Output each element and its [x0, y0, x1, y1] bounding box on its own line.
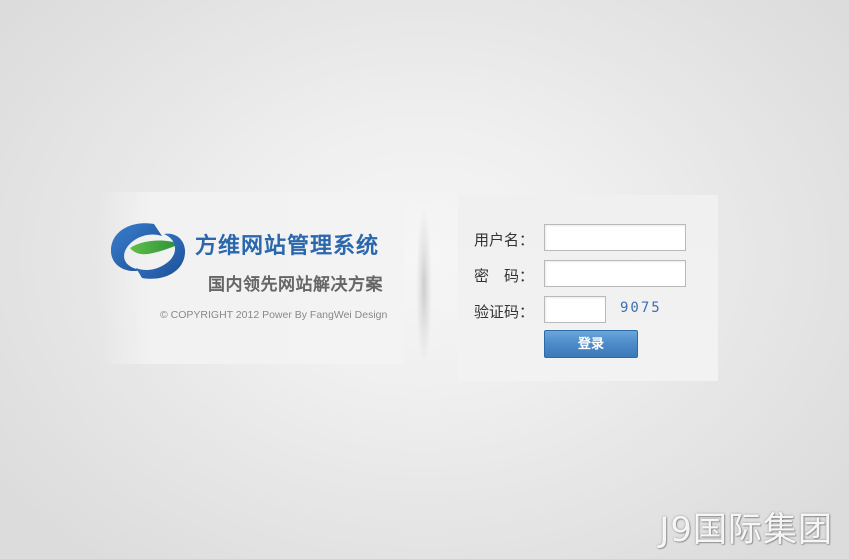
captcha-input[interactable]	[544, 296, 606, 323]
captcha-label: 验证码：	[474, 303, 535, 321]
copyright-text: © COPYRIGHT 2012 Power By FangWei Design	[160, 309, 388, 321]
password-input[interactable]	[544, 260, 686, 287]
password-label: 密 码：	[474, 267, 535, 285]
login-page: 方维网站管理系统 国内领先网站解决方案 © COPYRIGHT 2012 Pow…	[0, 0, 849, 559]
watermark-text: J9国际集团	[659, 510, 833, 550]
fangwei-logo-icon	[110, 223, 186, 279]
system-title: 方维网站管理系统	[195, 234, 380, 259]
captcha-image[interactable]: 9075	[620, 300, 662, 316]
brand-slogan: 国内领先网站解决方案	[208, 275, 383, 295]
panel-divider	[416, 188, 436, 384]
username-input[interactable]	[544, 224, 686, 251]
username-label: 用户名：	[474, 231, 535, 249]
login-button[interactable]: 登录	[544, 330, 638, 358]
